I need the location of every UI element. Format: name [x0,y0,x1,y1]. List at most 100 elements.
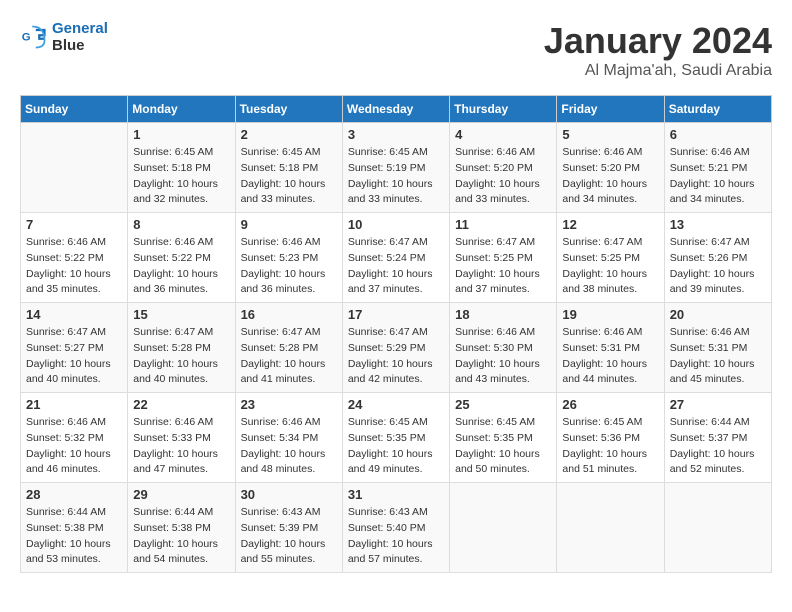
calendar-cell: 12Sunrise: 6:47 AM Sunset: 5:25 PM Dayli… [557,213,664,303]
calendar-cell: 10Sunrise: 6:47 AM Sunset: 5:24 PM Dayli… [342,213,449,303]
calendar-cell: 14 Sunrise: 6:47 AM Sunset: 5:27 PM Dayli… [21,303,128,393]
weekday-header-saturday: Saturday [664,96,771,123]
day-number: 13 [670,217,766,232]
day-info: Sunrise: 6:46 AM Sunset: 5:23 PM Dayligh… [241,235,337,298]
calendar-cell: 23 Sunrise: 6:46 AM Sunset: 5:34 PM Dayli… [235,393,342,483]
day-info: Sunrise: 6:46 AM Sunset: 5:34 PM Dayligh… [241,415,337,478]
weekday-header-thursday: Thursday [450,96,557,123]
day-number: 23 [241,397,337,412]
day-number: 29 [133,487,229,502]
weekday-header-wednesday: Wednesday [342,96,449,123]
day-info: Sunrise: 6:47 AM Sunset: 5:28 PM Dayligh… [241,325,337,388]
day-number: 12 [562,217,658,232]
day-number: 15 [133,307,229,322]
day-number: 18 [455,307,551,322]
day-number: 22 [133,397,229,412]
day-number: 24 [348,397,444,412]
calendar-cell: 4Sunrise: 6:46 AM Sunset: 5:20 PM Daylig… [450,123,557,213]
day-info: Sunrise: 6:46 AM Sunset: 5:33 PM Dayligh… [133,415,229,478]
day-info: Sunrise: 6:45 AM Sunset: 5:36 PM Dayligh… [562,415,658,478]
calendar-cell: 31Sunrise: 6:43 AM Sunset: 5:40 PM Dayli… [342,483,449,573]
weekday-header-row: SundayMondayTuesdayWednesdayThursdayFrid… [21,96,772,123]
calendar-cell: 15 Sunrise: 6:47 AM Sunset: 5:28 PM Dayli… [128,303,235,393]
day-number: 21 [26,397,122,412]
calendar-cell: 21 Sunrise: 6:46 AM Sunset: 5:32 PM Dayli… [21,393,128,483]
day-number: 2 [241,127,337,142]
calendar-cell: 27 Sunrise: 6:44 AM Sunset: 5:37 PM Dayli… [664,393,771,483]
calendar-cell: 28 Sunrise: 6:44 AM Sunset: 5:38 PM Dayli… [21,483,128,573]
calendar-cell [21,123,128,213]
day-info: Sunrise: 6:44 AM Sunset: 5:37 PM Dayligh… [670,415,766,478]
calendar-cell [450,483,557,573]
week-row-1: 1 Sunrise: 6:45 AM Sunset: 5:18 PM Daylig… [21,123,772,213]
weekday-header-monday: Monday [128,96,235,123]
day-number: 7 [26,217,122,232]
calendar-cell: 8 Sunrise: 6:46 AM Sunset: 5:22 PM Daylig… [128,213,235,303]
calendar-cell: 24 Sunrise: 6:45 AM Sunset: 5:35 PM Dayli… [342,393,449,483]
day-number: 16 [241,307,337,322]
day-number: 20 [670,307,766,322]
calendar-cell: 25 Sunrise: 6:45 AM Sunset: 5:35 PM Dayli… [450,393,557,483]
day-info: Sunrise: 6:44 AM Sunset: 5:38 PM Dayligh… [26,505,122,568]
day-number: 28 [26,487,122,502]
day-info: Sunrise: 6:46 AM Sunset: 5:20 PM Dayligh… [562,145,658,208]
calendar-cell: 5 Sunrise: 6:46 AM Sunset: 5:20 PM Daylig… [557,123,664,213]
calendar-cell: 20 Sunrise: 6:46 AM Sunset: 5:31 PM Dayli… [664,303,771,393]
calendar-cell [557,483,664,573]
day-info: Sunrise: 6:44 AM Sunset: 5:38 PM Dayligh… [133,505,229,568]
day-info: Sunrise: 6:47 AM Sunset: 5:29 PM Dayligh… [348,325,444,388]
week-row-2: 7 Sunrise: 6:46 AM Sunset: 5:22 PM Daylig… [21,213,772,303]
calendar-cell: 19Sunrise: 6:46 AM Sunset: 5:31 PM Dayli… [557,303,664,393]
day-number: 14 [26,307,122,322]
title-section: January 2024 Al Majma'ah, Saudi Arabia [544,20,772,80]
day-info: Sunrise: 6:47 AM Sunset: 5:27 PM Dayligh… [26,325,122,388]
day-info: Sunrise: 6:45 AM Sunset: 5:35 PM Dayligh… [455,415,551,478]
header: G General Blue January 2024 Al Majma'ah,… [20,20,772,80]
day-info: Sunrise: 6:46 AM Sunset: 5:31 PM Dayligh… [562,325,658,388]
calendar-cell: 30Sunrise: 6:43 AM Sunset: 5:39 PM Dayli… [235,483,342,573]
day-number: 31 [348,487,444,502]
calendar-cell: 17 Sunrise: 6:47 AM Sunset: 5:29 PM Dayli… [342,303,449,393]
day-number: 17 [348,307,444,322]
week-row-4: 21 Sunrise: 6:46 AM Sunset: 5:32 PM Dayli… [21,393,772,483]
day-info: Sunrise: 6:46 AM Sunset: 5:31 PM Dayligh… [670,325,766,388]
logo-icon: G [20,23,48,51]
day-number: 8 [133,217,229,232]
calendar-cell: 6Sunrise: 6:46 AM Sunset: 5:21 PM Daylig… [664,123,771,213]
day-info: Sunrise: 6:46 AM Sunset: 5:32 PM Dayligh… [26,415,122,478]
day-number: 11 [455,217,551,232]
weekday-header-sunday: Sunday [21,96,128,123]
day-number: 10 [348,217,444,232]
day-info: Sunrise: 6:47 AM Sunset: 5:26 PM Dayligh… [670,235,766,298]
calendar-cell: 18Sunrise: 6:46 AM Sunset: 5:30 PM Dayli… [450,303,557,393]
day-number: 3 [348,127,444,142]
calendar-cell [664,483,771,573]
day-number: 4 [455,127,551,142]
calendar-cell: 16 Sunrise: 6:47 AM Sunset: 5:28 PM Dayli… [235,303,342,393]
day-info: Sunrise: 6:45 AM Sunset: 5:35 PM Dayligh… [348,415,444,478]
calendar-cell: 11 Sunrise: 6:47 AM Sunset: 5:25 PM Dayli… [450,213,557,303]
day-info: Sunrise: 6:47 AM Sunset: 5:25 PM Dayligh… [455,235,551,298]
day-info: Sunrise: 6:45 AM Sunset: 5:19 PM Dayligh… [348,145,444,208]
calendar-cell: 26Sunrise: 6:45 AM Sunset: 5:36 PM Dayli… [557,393,664,483]
day-info: Sunrise: 6:46 AM Sunset: 5:22 PM Dayligh… [26,235,122,298]
calendar-cell: 3 Sunrise: 6:45 AM Sunset: 5:19 PM Daylig… [342,123,449,213]
day-number: 27 [670,397,766,412]
month-title: January 2024 [544,20,772,62]
day-info: Sunrise: 6:46 AM Sunset: 5:22 PM Dayligh… [133,235,229,298]
week-row-5: 28 Sunrise: 6:44 AM Sunset: 5:38 PM Dayli… [21,483,772,573]
calendar-cell: 29 Sunrise: 6:44 AM Sunset: 5:38 PM Dayli… [128,483,235,573]
calendar-cell: 2Sunrise: 6:45 AM Sunset: 5:18 PM Daylig… [235,123,342,213]
day-number: 6 [670,127,766,142]
weekday-header-tuesday: Tuesday [235,96,342,123]
logo: G General Blue [20,20,108,54]
day-info: Sunrise: 6:47 AM Sunset: 5:28 PM Dayligh… [133,325,229,388]
calendar-cell: 7 Sunrise: 6:46 AM Sunset: 5:22 PM Daylig… [21,213,128,303]
logo-text: General Blue [52,20,108,54]
day-number: 1 [133,127,229,142]
calendar-table: SundayMondayTuesdayWednesdayThursdayFrid… [20,95,772,573]
day-info: Sunrise: 6:45 AM Sunset: 5:18 PM Dayligh… [133,145,229,208]
day-number: 5 [562,127,658,142]
day-number: 25 [455,397,551,412]
day-info: Sunrise: 6:43 AM Sunset: 5:39 PM Dayligh… [241,505,337,568]
